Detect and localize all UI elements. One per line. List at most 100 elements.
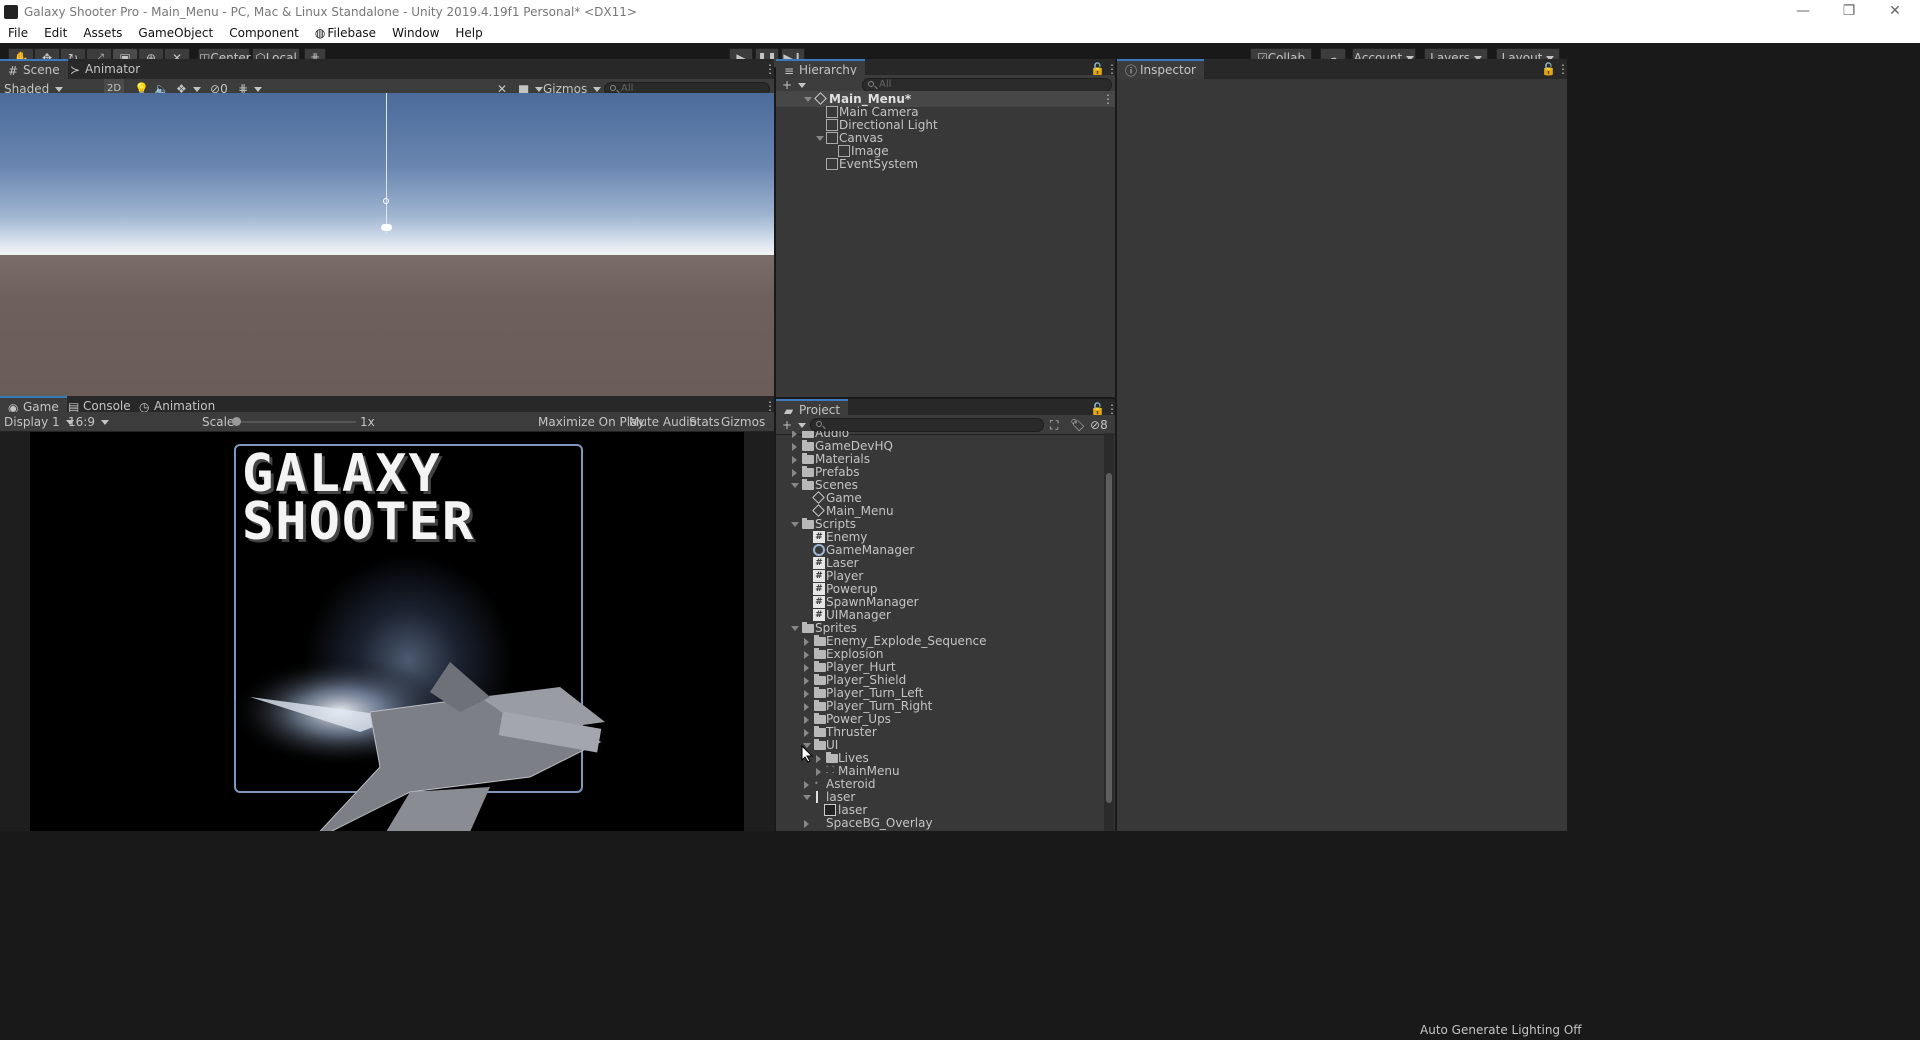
canvas-gizmo-line [386,93,387,233]
folder-icon [814,635,826,646]
mute-audio-toggle[interactable]: Mute Audio [629,412,697,432]
collapse-arrow-icon[interactable] [791,483,799,488]
expand-arrow-icon[interactable] [804,677,809,685]
info-icon: ⓘ [1125,64,1138,78]
minimize-button[interactable]: — [1780,0,1826,23]
unity-scene-icon [812,491,825,504]
scene-viewport[interactable] [0,93,774,396]
gizmo-handle[interactable] [383,198,389,204]
mouse-cursor-icon [801,745,813,763]
collapse-arrow-icon[interactable] [803,795,811,800]
menu-assets[interactable]: Assets [75,26,130,40]
expand-arrow-icon[interactable] [792,469,797,477]
scale-value: 1x [360,415,375,429]
expand-arrow-icon[interactable] [816,755,821,763]
scene-tabbar: # Scene ≻ Animator ⋮ [0,59,776,79]
expand-arrow-icon[interactable] [804,781,809,789]
list-icon: ≡ [784,64,795,78]
tab-animator[interactable]: ≻ Animator [62,59,148,79]
clock-icon: ◷ [139,400,150,414]
stats-toggle[interactable]: Stats [689,412,720,432]
folder-icon [814,687,826,698]
search-icon [816,421,822,427]
expand-arrow-icon[interactable] [816,136,824,141]
game-gizmos-dropdown[interactable]: Gizmos [721,412,774,432]
menu-edit[interactable]: Edit [36,26,75,40]
tab-inspector[interactable]: ⓘ Inspector [1117,59,1204,79]
close-button[interactable]: ✕ [1872,0,1918,23]
expand-arrow-icon[interactable] [804,820,809,828]
status-bar: Auto Generate Lighting Off [0,1020,1920,1040]
scale-slider[interactable] [236,421,356,423]
menu-filebase[interactable]: ◍ Filebase [307,26,384,40]
expand-arrow-icon[interactable] [804,703,809,711]
game-panel: ◉ Game ▤ Console ◷ Animation ⋮ Display 1 16… [0,396,776,831]
scale-slider-handle[interactable] [232,417,241,426]
expand-arrow-icon[interactable] [792,431,797,438]
search-icon [868,81,874,87]
folder-icon [826,752,838,763]
expand-arrow-icon[interactable] [816,768,821,776]
folder-icon [802,440,814,451]
folder-icon [802,453,814,464]
expand-arrow-icon[interactable] [792,443,797,451]
project-search-input[interactable] [810,418,1044,432]
folder-icon [814,648,826,659]
menu-gameobject[interactable]: GameObject [130,26,221,40]
expand-arrow-icon[interactable] [804,97,812,102]
hierarchy-panel: ≡ Hierarchy 🔓 ⋮ + All Main_Menu* ⋮ Main C… [776,59,1118,397]
unity-scene-icon [812,504,825,517]
light-gizmo-icon[interactable] [381,224,392,231]
title-bar: Galaxy Shooter Pro - Main_Menu - PC, Mac… [0,0,1920,23]
folder-icon [814,661,826,672]
collapse-arrow-icon[interactable] [791,626,799,631]
folder-icon: ▰ [784,404,794,418]
project-sprite-spacebg-overlay[interactable]: SpaceBG_Overlay [776,815,1103,831]
expand-arrow-icon[interactable] [792,456,797,464]
project-tree: Audio GameDevHQ Materials Prefabs Scenes… [776,431,1103,831]
right-empty-area [1567,59,1920,831]
menu-bar: File Edit Assets GameObject Component ◍ F… [0,23,1920,43]
game-view[interactable]: GALAXY SHOOTER [30,432,744,831]
expand-arrow-icon[interactable] [804,690,809,698]
scrollbar-thumb[interactable] [1106,473,1112,803]
filebase-icon: ◍ [314,26,326,40]
lighting-status[interactable]: Auto Generate Lighting Off [1420,1020,1582,1040]
folder-open-icon [802,518,814,529]
plus-icon: + [782,78,793,92]
project-scrollbar[interactable] [1104,433,1114,831]
ground-plane [0,255,774,396]
spaceship-image [230,657,605,831]
gameobject-cube-icon [826,158,838,170]
expand-arrow-icon[interactable] [804,664,809,672]
hierarchy-item-eventsystem[interactable]: EventSystem [776,156,1115,172]
expand-arrow-icon[interactable] [804,716,809,724]
scene-panel: # Scene ≻ Animator ⋮ Shaded 2D 💡 🔈 ❖ ⊘0 ⋕ … [0,59,776,396]
logo-line-galaxy: GALAXY [242,444,442,504]
search-icon [610,85,616,91]
menu-file[interactable]: File [0,26,36,40]
folder-open-icon [802,479,814,490]
scale-label: Scale [202,415,235,429]
animator-icon: ≻ [70,63,81,77]
folder-icon [802,431,814,438]
collapse-arrow-icon[interactable] [791,522,799,527]
expand-arrow-icon[interactable] [804,729,809,737]
game-logo: GALAXY SHOOTER [242,444,475,548]
folder-icon [814,674,826,685]
folder-icon [814,713,826,724]
aspect-dropdown[interactable]: 16:9 [68,412,194,432]
menu-window[interactable]: Window [384,26,447,40]
menu-help[interactable]: Help [447,26,490,40]
hierarchy-search-input[interactable]: All [862,78,1112,92]
maximize-button[interactable]: ❐ [1826,0,1872,23]
display-dropdown[interactable]: Display 1 [4,412,74,432]
unity-scene-icon [814,92,827,105]
folder-open-icon [802,622,814,633]
expand-arrow-icon[interactable] [804,651,809,659]
menu-component[interactable]: Component [221,26,307,40]
folder-open-icon [814,739,826,750]
unity-logo-icon [4,4,18,19]
expand-arrow-icon[interactable] [804,638,809,646]
tab-scene[interactable]: # Scene [0,59,68,79]
